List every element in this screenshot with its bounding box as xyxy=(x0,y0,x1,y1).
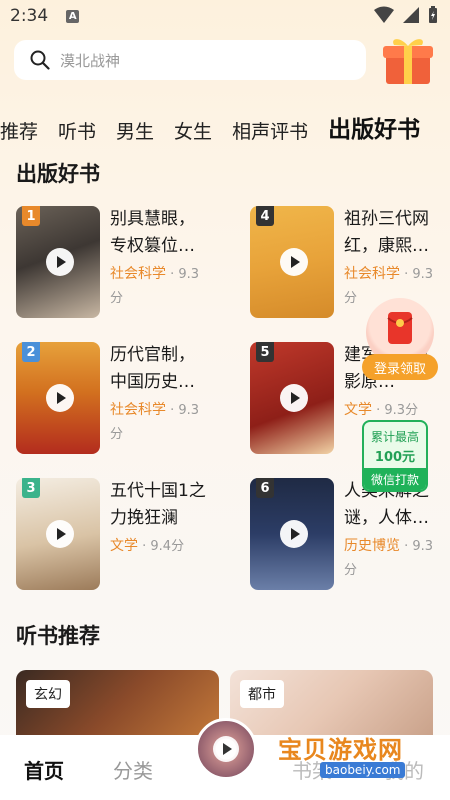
book-item[interactable]: 2 历代官制，中国历史… 社会科学 · 9.3分 xyxy=(16,342,216,454)
status-bar: 2:34 A xyxy=(0,0,450,32)
tab-male[interactable]: 男生 xyxy=(106,117,164,144)
signal-icon xyxy=(403,7,419,23)
book-category: 社会科学 xyxy=(110,402,166,418)
gift-icon[interactable] xyxy=(380,34,436,86)
battery-icon xyxy=(429,6,437,23)
book-cover: 4 xyxy=(250,206,334,318)
book-category: 文学 xyxy=(344,402,372,418)
play-icon[interactable] xyxy=(280,384,308,412)
search-input[interactable]: 漠北战神 xyxy=(14,40,366,80)
book-title: 历代官制，中国历史… xyxy=(110,345,195,392)
wechat-payout-float[interactable]: 累计最高 100元 微信打款 xyxy=(362,420,428,492)
rank-badge: 2 xyxy=(22,342,40,362)
watermark: 宝贝游戏网 baobeiy.com xyxy=(268,730,448,790)
book-title: 五代十国1之力挽狂澜 xyxy=(110,481,206,528)
book-category: 社会科学 xyxy=(344,266,400,282)
rank-badge: 6 xyxy=(256,478,274,498)
book-meta: 社会科学 · 9.3分 xyxy=(110,398,210,447)
book-meta: 历史博览 · 9.3分 xyxy=(344,534,444,583)
section-title-audio: 听书推荐 xyxy=(16,624,100,648)
payout-line1: 累计最高 xyxy=(370,430,419,444)
book-category: 文学 xyxy=(110,538,138,554)
play-icon[interactable] xyxy=(46,384,74,412)
status-time: 2:34 xyxy=(10,6,49,26)
watermark-url: baobeiy.com xyxy=(320,762,406,778)
book-category: 历史博览 xyxy=(344,538,400,554)
login-reward-label: 登录领取 xyxy=(362,354,438,380)
play-icon[interactable] xyxy=(46,520,74,548)
notification-badge-icon: A xyxy=(66,9,80,23)
play-icon[interactable] xyxy=(280,520,308,548)
book-meta: 文学 · 9.4分 xyxy=(110,534,210,559)
tab-audiobooks[interactable]: 听书 xyxy=(48,117,106,144)
search-icon xyxy=(30,50,50,70)
now-playing-disc[interactable] xyxy=(195,718,257,780)
rank-badge: 5 xyxy=(256,342,274,362)
book-score: · 9.4分 xyxy=(138,539,185,554)
rank-badge: 3 xyxy=(22,478,40,498)
tab-crosstalk[interactable]: 相声评书 xyxy=(222,117,318,144)
book-item[interactable]: 6 人类未解之谜，人体… 历史博览 · 9.3分 xyxy=(250,478,450,590)
tab-published[interactable]: 出版好书 xyxy=(318,110,430,144)
play-icon[interactable] xyxy=(280,248,308,276)
tab-female[interactable]: 女生 xyxy=(164,117,222,144)
book-category: 社会科学 xyxy=(110,266,166,282)
book-item[interactable]: 1 别具慧眼，专权篡位… 社会科学 · 9.3分 xyxy=(16,206,216,318)
book-cover: 3 xyxy=(16,478,100,590)
play-icon[interactable] xyxy=(46,248,74,276)
book-cover: 1 xyxy=(16,206,100,318)
nav-category[interactable]: 分类 xyxy=(113,755,153,784)
audio-card[interactable]: 玄幻 xyxy=(16,670,219,740)
wifi-icon xyxy=(374,6,394,23)
payout-amount: 100元 xyxy=(374,450,416,465)
book-item[interactable]: 3 五代十国1之力挽狂澜 文学 · 9.4分 xyxy=(16,478,216,590)
book-meta: 社会科学 · 9.3分 xyxy=(110,262,210,311)
status-icons xyxy=(374,6,438,24)
search-row: 漠北战神 xyxy=(14,39,436,84)
audio-card-tag: 都市 xyxy=(240,680,284,708)
payout-label: 微信打款 xyxy=(364,468,426,490)
audio-card-tag: 玄幻 xyxy=(26,680,70,708)
book-title: 祖孙三代网红，康熙… xyxy=(344,209,429,256)
play-icon[interactable] xyxy=(213,736,239,762)
book-score: · 9.3分 xyxy=(372,403,419,418)
section-title-published: 出版好书 xyxy=(16,162,100,186)
rank-badge: 1 xyxy=(22,206,40,226)
search-placeholder: 漠北战神 xyxy=(60,51,121,70)
tab-recommend[interactable]: 推荐 xyxy=(0,117,48,144)
book-cover: 5 xyxy=(250,342,334,454)
category-tabs: 推荐 听书 男生 女生 相声评书 出版好书 xyxy=(0,108,450,144)
rank-badge: 4 xyxy=(256,206,274,226)
nav-home[interactable]: 首页 xyxy=(24,755,64,784)
book-cover: 2 xyxy=(16,342,100,454)
book-cover: 6 xyxy=(250,478,334,590)
book-title: 别具慧眼，专权篡位… xyxy=(110,209,195,256)
watermark-text: 宝贝游戏网 xyxy=(278,736,403,764)
login-reward-float[interactable]: 登录领取 xyxy=(362,298,438,382)
